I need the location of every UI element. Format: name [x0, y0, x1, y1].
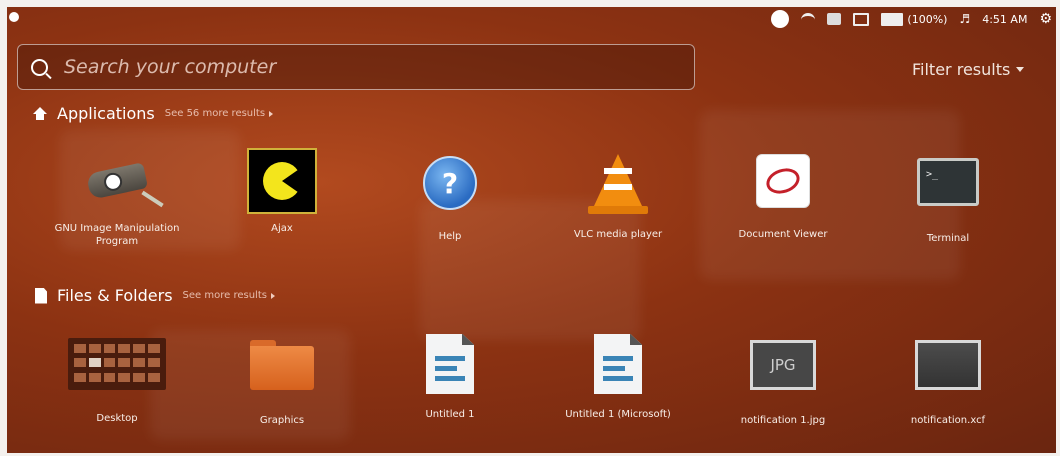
desktop-tile-icon: [67, 338, 167, 404]
app-label: GNU Image Manipulation Program: [54, 223, 180, 247]
ubuntu-logo-icon[interactable]: [9, 12, 19, 22]
app-tile-help[interactable]: ? Help: [380, 148, 520, 243]
file-tile-desktop[interactable]: Desktop: [47, 330, 187, 425]
search-bar[interactable]: [17, 44, 695, 90]
indicator-area: (100%) ♬ 4:51 AM ⚙: [771, 9, 1052, 29]
help-icon: ?: [423, 156, 477, 210]
file-label: Desktop: [96, 413, 138, 424]
app-tile-ajax[interactable]: Ajax: [212, 148, 352, 235]
calendar-icon: [68, 338, 166, 390]
gimp-icon: [81, 148, 164, 214]
speaker-icon[interactable]: ♬: [959, 12, 970, 26]
document-icon: [594, 334, 642, 394]
chevron-right-icon: [269, 110, 274, 117]
app-tile-gimp[interactable]: GNU Image Manipulation Program: [47, 148, 187, 248]
file-tile-notification-jpg[interactable]: JPG notification 1.jpg: [713, 330, 853, 427]
applications-more-link[interactable]: See 56 more results: [164, 108, 274, 119]
applications-header: Applications See 56 more results: [33, 104, 274, 123]
file-tile-graphics[interactable]: Graphics: [212, 330, 352, 427]
xcf-tile-icon: [912, 340, 984, 406]
search-input[interactable]: [62, 55, 666, 79]
jpg-tile-icon: JPG: [747, 340, 819, 406]
terminal-icon: >_: [917, 158, 979, 206]
help-tile-icon: ?: [414, 156, 486, 222]
app-label: VLC media player: [573, 229, 663, 240]
top-panel: (100%) ♬ 4:51 AM ⚙: [7, 7, 1056, 35]
applications-icon: [33, 106, 47, 121]
app-tile-vlc[interactable]: VLC media player: [548, 148, 688, 241]
graphics-tile-icon: [246, 340, 318, 406]
file-tile-untitled-1[interactable]: Untitled 1: [380, 330, 520, 421]
battery-icon: [881, 12, 904, 26]
document-viewer-tile-icon: [747, 154, 819, 220]
app-label: Ajax: [271, 223, 293, 234]
files-folders-icon: [35, 287, 47, 304]
document-viewer-icon: [756, 154, 810, 208]
file-label: Untitled 1: [425, 409, 475, 420]
file-tile-untitled-1-microsoft[interactable]: Untitled 1 (Microsoft): [548, 330, 688, 421]
battery-indicator[interactable]: (100%): [881, 12, 948, 26]
pacman-icon: [247, 148, 317, 214]
file-tile-notification-xcf[interactable]: notification.xcf: [878, 330, 1018, 427]
image-icon: [915, 340, 981, 390]
app-tile-document-viewer[interactable]: Document Viewer: [713, 148, 853, 241]
search-icon: [31, 58, 48, 76]
vlc-icon: [582, 154, 654, 220]
untitled-ms-tile-icon: [582, 334, 654, 400]
image-icon: JPG: [750, 340, 816, 390]
chevron-right-icon: [270, 292, 275, 299]
frame-border: [1056, 0, 1060, 456]
file-label: Graphics: [259, 415, 305, 426]
file-label: Untitled 1 (Microsoft): [565, 409, 671, 420]
mail-indicator-icon[interactable]: [853, 12, 870, 26]
files-header: Files & Folders See more results: [35, 286, 275, 305]
file-label: notification 1.jpg: [740, 415, 826, 426]
applications-more-label: See 56 more results: [164, 108, 266, 119]
filter-results-button[interactable]: Filter results: [912, 60, 1025, 79]
clock[interactable]: 4:51 AM: [982, 13, 1027, 26]
app-label: Document Viewer: [738, 229, 828, 240]
applications-title: Applications: [57, 104, 155, 123]
frame-border: [0, 0, 1060, 7]
session-indicator-icon[interactable]: [771, 10, 790, 28]
document-icon: [426, 334, 474, 394]
folder-icon: [250, 340, 314, 390]
battery-percent: (100%): [907, 12, 948, 26]
keyboard-indicator-icon[interactable]: [827, 13, 842, 25]
files-title: Files & Folders: [57, 286, 173, 305]
terminal-tile-icon: >_: [912, 158, 984, 224]
app-label: Help: [438, 231, 462, 242]
frame-border: [0, 0, 7, 456]
file-label: notification.xcf: [910, 415, 986, 426]
wifi-icon[interactable]: [801, 12, 816, 26]
files-more-label: See more results: [182, 290, 267, 301]
gear-icon[interactable]: ⚙: [1039, 11, 1052, 27]
chevron-down-icon: [1016, 67, 1025, 72]
app-label: Terminal: [926, 233, 970, 244]
app-tile-terminal[interactable]: >_ Terminal: [878, 148, 1018, 245]
untitled-tile-icon: [414, 334, 486, 400]
filter-results-label: Filter results: [912, 60, 1011, 79]
files-more-link[interactable]: See more results: [183, 290, 275, 301]
